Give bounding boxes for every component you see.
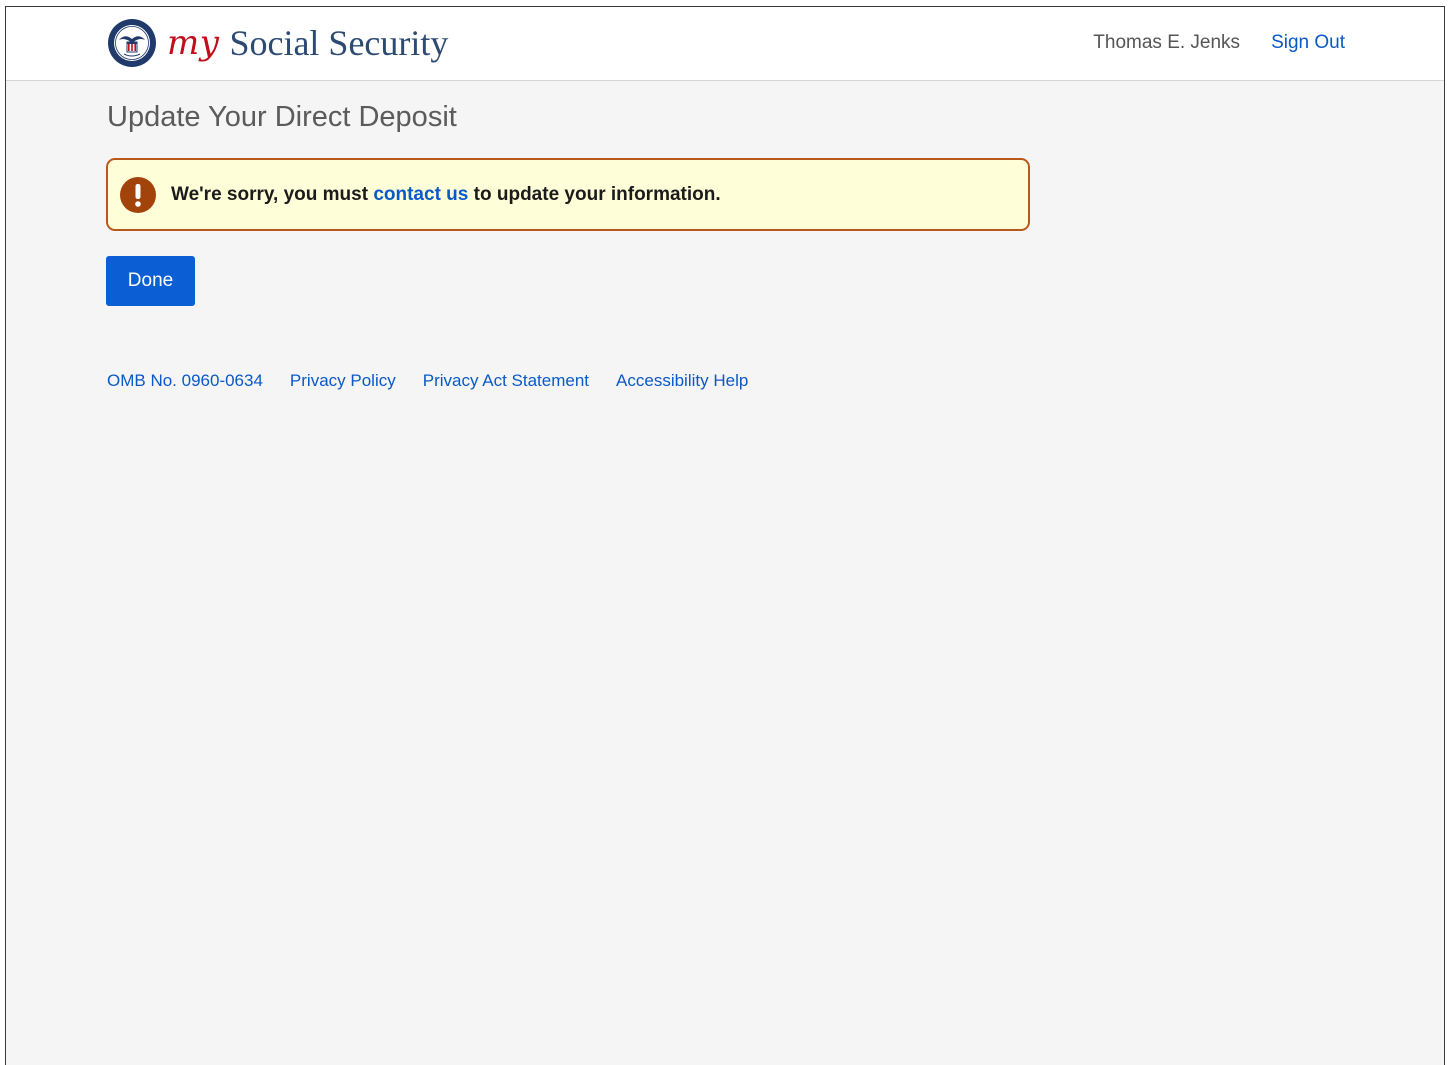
footer-links: OMB No. 0960-0634 Privacy Policy Privacy… [107,371,775,391]
alert-message: We're sorry, you must contact us to upda… [171,184,721,206]
alert-text-before: We're sorry, you must [171,183,369,205]
sign-out-link[interactable]: Sign Out [1271,32,1345,54]
top-bar: my Social Security Thomas E. Jenks Sign … [6,7,1444,81]
footer-link-accessibility[interactable]: Accessibility Help [616,371,748,391]
ssa-seal-icon [108,19,156,67]
contact-us-link[interactable]: contact us [373,184,468,205]
footer-link-privacy-policy[interactable]: Privacy Policy [290,371,396,391]
brand-my: my [167,23,220,63]
brand-name: Social Security [229,23,449,63]
alert-text-after: to update your information. [473,183,721,205]
browser-viewport: my Social Security Thomas E. Jenks Sign … [5,6,1445,1065]
footer-link-privacy-act[interactable]: Privacy Act Statement [423,371,589,391]
user-area: Thomas E. Jenks Sign Out [1093,32,1345,54]
user-name: Thomas E. Jenks [1093,32,1241,53]
done-button[interactable]: Done [106,256,195,306]
footer-link-omb[interactable]: OMB No. 0960-0634 [107,371,263,391]
page-title: Update Your Direct Deposit [107,101,457,133]
brand-logo[interactable]: my Social Security [107,19,449,67]
error-alert: We're sorry, you must contact us to upda… [106,158,1030,231]
exclamation-circle-icon [120,176,156,213]
